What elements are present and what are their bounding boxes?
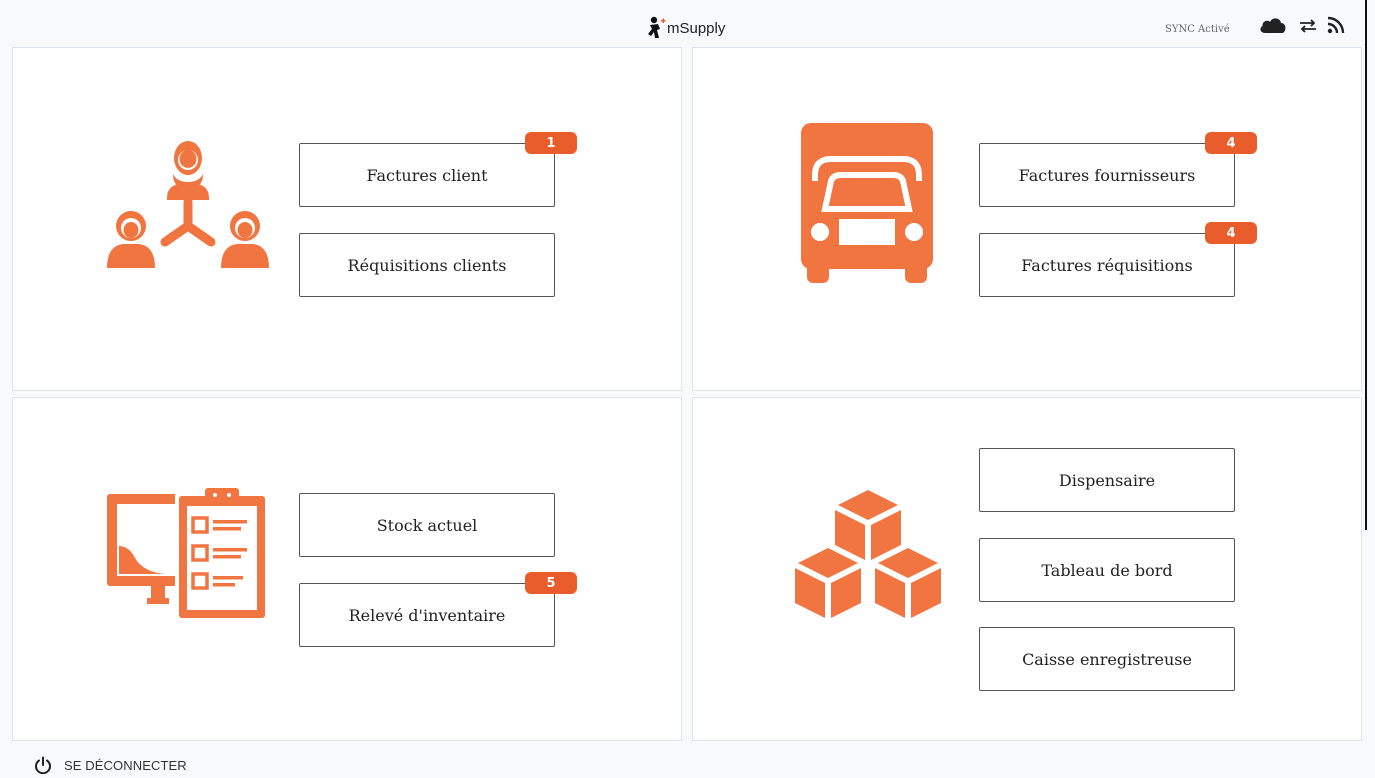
truck-icon <box>801 123 933 283</box>
logout-button[interactable]: SE DÉCONNECTER <box>34 754 187 776</box>
monitor-clipboard-icon <box>107 488 269 620</box>
cash-register-label: Caisse enregistreuse <box>1022 649 1192 669</box>
customer-invoices-button[interactable]: Factures client <box>299 143 555 207</box>
msupply-logo-icon <box>648 16 666 38</box>
power-icon <box>35 756 51 774</box>
requisition-invoices-button[interactable]: Factures réquisitions <box>979 233 1235 297</box>
customer-requisitions-label: Réquisitions clients <box>347 255 507 275</box>
customers-network-icon <box>107 141 269 268</box>
boxes-icon <box>795 490 941 618</box>
supplier-invoices-label: Factures fournisseurs <box>1018 165 1196 185</box>
dashboard-button[interactable]: Tableau de bord <box>979 538 1235 602</box>
sync-status-label: SYNC Activé <box>1165 24 1230 35</box>
app-name: mSupply <box>667 19 726 37</box>
current-stock-button[interactable]: Stock actuel <box>299 493 555 557</box>
customers-panel: Factures client 1 Réquisitions clients <box>12 47 682 391</box>
suppliers-panel: Factures fournisseurs 4 Factures réquisi… <box>692 47 1362 391</box>
dashboard-label: Tableau de bord <box>1041 560 1173 580</box>
signal-feed-icon[interactable] <box>1327 16 1345 34</box>
customer-requisitions-button[interactable]: Réquisitions clients <box>299 233 555 297</box>
app-logo: mSupply <box>646 15 725 41</box>
supplier-invoices-badge: 4 <box>1205 132 1257 154</box>
customer-invoices-badge: 1 <box>525 132 577 154</box>
modules-panel: Dispensaire Tableau de bord Caisse enreg… <box>692 397 1362 741</box>
dispensary-label: Dispensaire <box>1058 470 1156 490</box>
cloud-icon[interactable] <box>1259 16 1287 34</box>
current-stock-label: Stock actuel <box>376 515 478 535</box>
dispensary-button[interactable]: Dispensaire <box>979 448 1235 512</box>
stocktake-label: Relevé d'inventaire <box>348 605 506 625</box>
stocktake-badge: 5 <box>525 572 577 594</box>
stock-panel: Stock actuel Relevé d'inventaire 5 <box>12 397 682 741</box>
sync-arrows-icon[interactable] <box>1299 19 1317 33</box>
supplier-invoices-button[interactable]: Factures fournisseurs <box>979 143 1235 207</box>
requisition-invoices-label: Factures réquisitions <box>1021 255 1193 275</box>
customer-invoices-label: Factures client <box>366 165 488 185</box>
window-edge <box>1365 0 1367 530</box>
stocktake-button[interactable]: Relevé d'inventaire <box>299 583 555 647</box>
logout-label: SE DÉCONNECTER <box>64 757 187 773</box>
cash-register-button[interactable]: Caisse enregistreuse <box>979 627 1235 691</box>
top-bar: mSupply SYNC Activé <box>0 0 1375 46</box>
requisition-invoices-badge: 4 <box>1205 222 1257 244</box>
